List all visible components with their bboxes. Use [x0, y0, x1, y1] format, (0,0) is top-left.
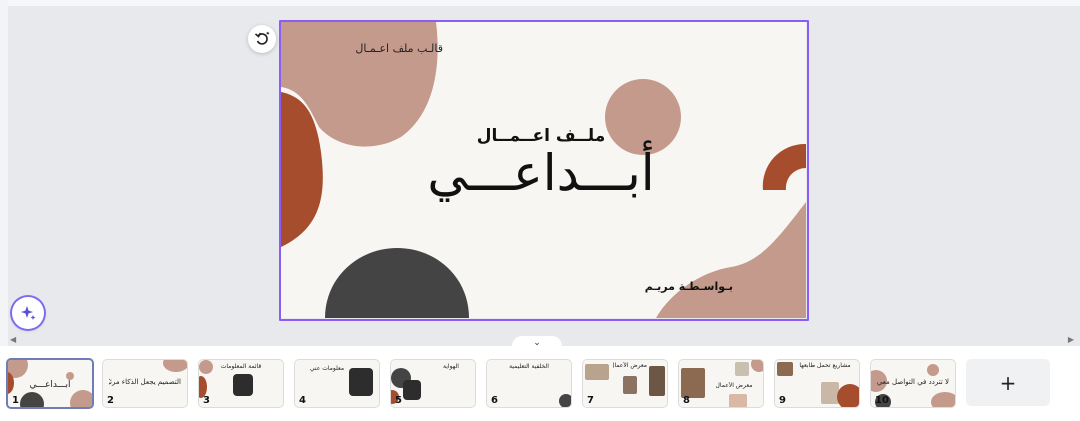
thumbnail-title: أبـــداعـــي — [29, 380, 71, 390]
page-thumbnail-8[interactable]: معرض الأعمال 8 — [678, 359, 764, 408]
page-number: 7 — [587, 395, 594, 406]
slide-title: أبـــداعـــي — [427, 144, 655, 202]
page-number: 6 — [491, 395, 498, 406]
page-thumbnail-2[interactable]: التصميم يجعل الذكاء مرئيًا 2 — [102, 359, 188, 408]
main-slide[interactable]: قالـب ملف اعـمـال ملــف اعــمــال أبـــد… — [281, 22, 806, 318]
page-number: 5 — [395, 395, 402, 406]
rust-arch-right — [762, 143, 806, 190]
collapse-filmstrip-button[interactable]: ⌄ — [512, 336, 562, 350]
page-thumbnail-9[interactable]: مشاريع تحمل طابعها 9 — [774, 359, 860, 408]
left-edge — [0, 0, 8, 346]
page-number: 10 — [875, 395, 889, 406]
scroll-left-icon[interactable]: ◀ — [10, 335, 16, 344]
page-number: 4 — [299, 395, 306, 406]
rose-blob-bottom-right — [656, 202, 806, 318]
rotate-button[interactable] — [248, 25, 276, 53]
page-number: 2 — [107, 395, 114, 406]
thumbnail-title: معرض الأعمال — [715, 382, 753, 389]
page-thumbnail-3[interactable]: قائمة المعلومات 3 — [198, 359, 284, 408]
charcoal-half-circle — [325, 248, 469, 318]
thumbnail-title: مشاريع تحمل طابعها — [799, 362, 851, 369]
scroll-right-icon[interactable]: ▶ — [1068, 335, 1074, 344]
page-thumbnail-10[interactable]: لا تتردد في التواصل معي 10 — [870, 359, 956, 408]
magic-assistant-button[interactable] — [12, 297, 44, 329]
thumbnail-title: الخلفية التعليمية — [509, 363, 549, 370]
page-thumbnail-7[interactable]: معرض الأعمال 7 — [582, 359, 668, 408]
page-number: 8 — [683, 395, 690, 406]
slide-subtitle: ملــف اعــمــال — [476, 126, 606, 146]
page-number: 9 — [779, 395, 786, 406]
page-number: 3 — [203, 395, 210, 406]
page-filmstrip: أبـــداعـــي 1 التصميم يجعل الذكاء مرئيً… — [0, 346, 1080, 421]
thumbnail-title: التصميم يجعل الذكاء مرئيًا — [109, 378, 181, 386]
add-page-button[interactable]: + — [966, 359, 1050, 406]
page-thumbnail-5[interactable]: الهواية 5 — [390, 359, 476, 408]
top-edge — [0, 0, 1080, 6]
page-number: 1 — [12, 395, 19, 406]
chevron-down-icon: ⌄ — [533, 338, 541, 348]
thumbnail-title: معرض الأعمال — [613, 362, 647, 369]
thumbnail-title: لا تتردد في التواصل معي — [877, 378, 949, 386]
sparkle-icon — [21, 306, 36, 320]
slide-author: بـواسـطـة مريـم — [644, 280, 733, 293]
page-thumbnail-4[interactable]: معلومات عني 4 — [294, 359, 380, 408]
thumbnail-title: قائمة المعلومات — [220, 363, 262, 370]
thumbnail-title: الهواية — [443, 363, 459, 370]
rotate-icon — [254, 31, 270, 45]
template-label: قالـب ملف اعـمـال — [355, 42, 443, 55]
page-thumbnail-1[interactable]: أبـــداعـــي 1 — [6, 358, 94, 409]
thumbnail-title: معلومات عني — [309, 365, 345, 372]
page-thumbnail-6[interactable]: الخلفية التعليمية 6 — [486, 359, 572, 408]
